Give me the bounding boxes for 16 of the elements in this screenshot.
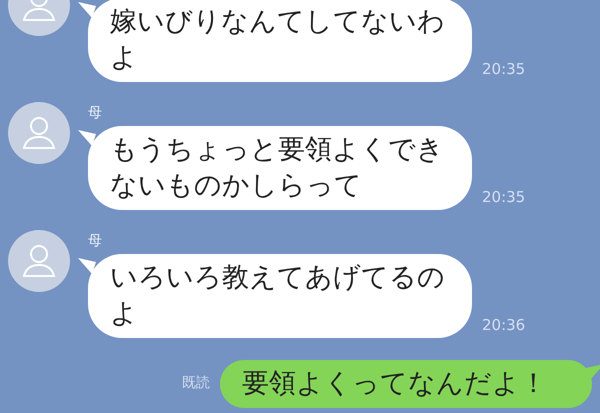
message-bubble: もうちょっと要領よくできないものかしらって [88, 126, 472, 210]
sender-name: 母 [88, 232, 103, 250]
sender-name: 母 [88, 104, 103, 122]
bubble-tail [78, 130, 96, 146]
bubble-tail [586, 364, 600, 380]
avatar-icon [8, 230, 70, 292]
message-bubble: 嫁いびりなんてしてないわよ [88, 0, 472, 82]
bubble-tail [78, 258, 96, 274]
avatar-icon [8, 102, 70, 164]
message-time: 20:35 [482, 188, 526, 206]
message-time: 20:35 [482, 60, 526, 78]
message-bubble: 要領よくってなんだよ！ [220, 360, 592, 408]
read-receipt: 既読 [182, 374, 210, 392]
message-bubble: いろいろ教えてあげてるのよ [88, 254, 472, 338]
message-time: 20:36 [482, 316, 526, 334]
bubble-tail [78, 2, 96, 18]
